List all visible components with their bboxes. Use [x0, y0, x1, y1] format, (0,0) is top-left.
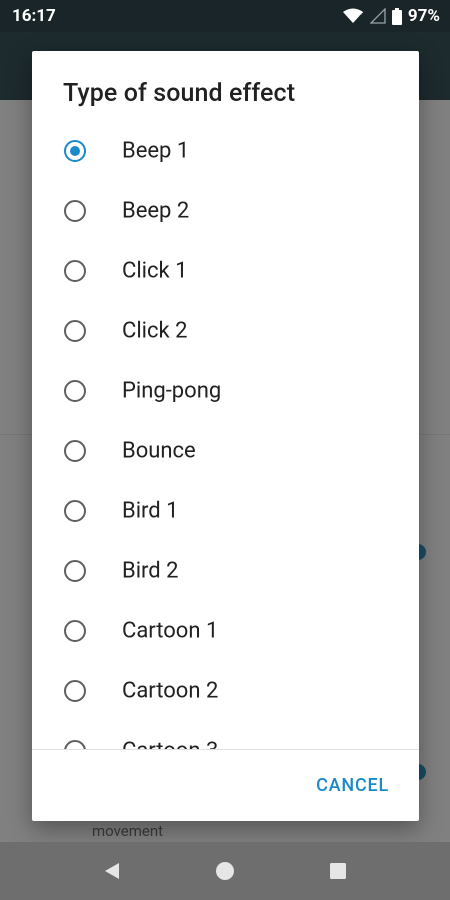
battery-percent: 97% [407, 6, 440, 26]
option-beep-2[interactable]: Beep 2 [32, 181, 419, 241]
radio-icon[interactable] [64, 560, 86, 582]
signal-icon [369, 8, 386, 24]
radio-icon[interactable] [64, 440, 86, 462]
option-cartoon-3[interactable]: Cartoon 3 [32, 721, 419, 749]
option-ping-pong[interactable]: Ping-pong [32, 361, 419, 421]
option-label: Cartoon 2 [122, 678, 219, 704]
option-label: Click 2 [122, 318, 188, 344]
radio-icon[interactable] [64, 740, 86, 749]
wifi-icon: + [342, 8, 364, 24]
option-click-1[interactable]: Click 1 [32, 241, 419, 301]
radio-icon[interactable] [64, 140, 86, 162]
home-icon[interactable] [205, 842, 245, 900]
status-icons: + 97% [342, 6, 440, 26]
radio-icon[interactable] [64, 680, 86, 702]
option-label: Click 1 [122, 258, 188, 284]
option-label: Cartoon 3 [122, 739, 218, 750]
option-beep-1[interactable]: Beep 1 [32, 121, 419, 181]
options-list[interactable]: Beep 1 Beep 2 Click 1 Click 2 Ping-pong … [32, 121, 419, 749]
radio-icon[interactable] [64, 620, 86, 642]
option-label: Bird 2 [122, 558, 179, 584]
radio-icon[interactable] [64, 200, 86, 222]
radio-icon[interactable] [64, 320, 86, 342]
background-text: movement [92, 822, 164, 840]
back-icon[interactable] [92, 842, 132, 900]
navigation-bar [0, 842, 450, 900]
option-bird-2[interactable]: Bird 2 [32, 541, 419, 601]
dialog-divider [32, 749, 419, 750]
radio-icon[interactable] [64, 260, 86, 282]
option-bird-1[interactable]: Bird 1 [32, 481, 419, 541]
option-label: Beep 2 [122, 198, 190, 224]
option-cartoon-2[interactable]: Cartoon 2 [32, 661, 419, 721]
battery-icon [391, 7, 402, 25]
dialog-title: Type of sound effect [63, 79, 296, 108]
status-time: 16:17 [12, 6, 56, 26]
option-label: Ping-pong [122, 378, 222, 404]
svg-text:+: + [359, 10, 363, 17]
option-label: Bird 1 [122, 498, 179, 524]
option-click-2[interactable]: Click 2 [32, 301, 419, 361]
option-label: Cartoon 1 [122, 618, 219, 644]
radio-icon[interactable] [64, 380, 86, 402]
option-bounce[interactable]: Bounce [32, 421, 419, 481]
radio-icon[interactable] [64, 500, 86, 522]
option-cartoon-1[interactable]: Cartoon 1 [32, 601, 419, 661]
sound-effect-dialog: Type of sound effect Beep 1 Beep 2 Click… [32, 51, 419, 821]
cancel-button[interactable]: CANCEL [316, 775, 389, 796]
recents-icon[interactable] [318, 842, 358, 900]
option-label: Beep 1 [122, 138, 190, 164]
option-label: Bounce [122, 438, 196, 464]
status-bar: 16:17 + 97% [0, 0, 450, 32]
